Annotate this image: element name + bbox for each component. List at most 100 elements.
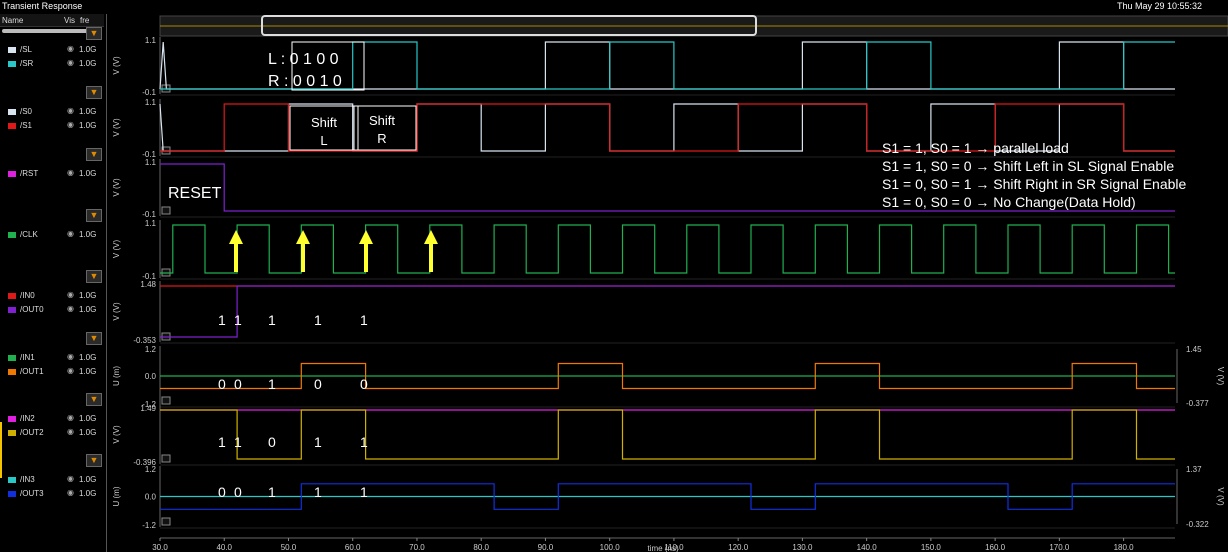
mode-legend-line: S1 = 1, S0 = 1 → parallel load bbox=[882, 140, 1069, 156]
visibility-eye-icon[interactable]: ◉ bbox=[67, 304, 74, 313]
output-bit-label: 0 bbox=[314, 376, 322, 392]
shift-left-label: L bbox=[320, 133, 327, 148]
y-right-axis-label: V (V) bbox=[1216, 367, 1225, 386]
signal-row[interactable]: /OUT0 ◉ 1.0G bbox=[0, 304, 104, 316]
signal-row[interactable]: /IN2 ◉ 1.0G bbox=[0, 413, 104, 425]
y-right-tick-label: -0.377 bbox=[1186, 399, 1209, 408]
y-right-tick-label: 1.45 bbox=[1186, 345, 1202, 354]
y-axis-label: V (V) bbox=[112, 302, 121, 321]
y-right-axis-label: V (V) bbox=[1216, 487, 1225, 506]
panel-expand-icon[interactable] bbox=[161, 454, 171, 463]
signal-row[interactable]: /IN3 ◉ 1.0G bbox=[0, 474, 104, 486]
signal-row[interactable]: /SR ◉ 1.0G bbox=[0, 58, 104, 70]
signal-row[interactable]: /S1 ◉ 1.0G bbox=[0, 120, 104, 132]
filter-funnel-icon[interactable]: ▼ bbox=[86, 393, 102, 406]
y-tick-label: 1.1 bbox=[145, 158, 157, 167]
output-bit-label: 1 bbox=[268, 484, 276, 500]
y-axis-label: V (V) bbox=[112, 118, 121, 137]
signal-name: /RST bbox=[20, 169, 39, 178]
col-name[interactable]: Name bbox=[2, 16, 23, 25]
visibility-eye-icon[interactable]: ◉ bbox=[67, 106, 74, 115]
output-bit-label: 1 bbox=[314, 434, 322, 450]
x-tick-label: 130.0 bbox=[792, 543, 813, 552]
signal-frequency: 1.0G bbox=[79, 428, 97, 437]
signal-frequency: 1.0G bbox=[79, 59, 97, 68]
output-bit-label: 1 bbox=[360, 484, 368, 500]
signal-color-swatch bbox=[8, 355, 16, 361]
panel-expand-icon[interactable] bbox=[161, 206, 171, 215]
visibility-eye-icon[interactable]: ◉ bbox=[67, 427, 74, 436]
signal-color-swatch bbox=[8, 61, 16, 67]
visibility-eye-icon[interactable]: ◉ bbox=[67, 352, 74, 361]
signal-frequency: 1.0G bbox=[79, 367, 97, 376]
filter-funnel-icon[interactable]: ▼ bbox=[86, 86, 102, 99]
visibility-eye-icon[interactable]: ◉ bbox=[67, 229, 74, 238]
signal-name: /IN0 bbox=[20, 291, 35, 300]
signal-row[interactable]: /OUT2 ◉ 1.0G bbox=[0, 427, 104, 439]
signal-row[interactable]: /S0 ◉ 1.0G bbox=[0, 106, 104, 118]
panel-expand-icon[interactable] bbox=[161, 396, 171, 405]
y-tick-label: 1.48 bbox=[140, 280, 156, 289]
signal-frequency: 1.0G bbox=[79, 414, 97, 423]
waveform-plot: 1.1-0.1V (V)1.1-0.1V (V)1.1-0.1V (V)1.1-… bbox=[112, 15, 1228, 552]
y-axis-label: U (m) bbox=[112, 366, 121, 386]
reset-label: RESET bbox=[168, 185, 222, 202]
y-axis-label: V (V) bbox=[112, 178, 121, 197]
output-bit-label: 0 bbox=[218, 376, 226, 392]
col-vis[interactable]: Vis bbox=[64, 16, 75, 25]
x-tick-label: 90.0 bbox=[538, 543, 554, 552]
output-bit-label: 1 bbox=[218, 434, 226, 450]
signal-name: /S0 bbox=[20, 107, 33, 116]
output-bit-label: 1 bbox=[234, 312, 242, 328]
output-bit-label: 0 bbox=[360, 376, 368, 392]
output-bit-label: 1 bbox=[234, 434, 242, 450]
signal-color-swatch bbox=[8, 47, 16, 53]
y-tick-label: 0.0 bbox=[145, 493, 157, 502]
sidebar-header: Name Vis fre bbox=[0, 14, 104, 27]
visibility-eye-icon[interactable]: ◉ bbox=[67, 290, 74, 299]
shift-left-label: Shift bbox=[311, 115, 337, 130]
signal-row[interactable]: /OUT3 ◉ 1.0G bbox=[0, 488, 104, 500]
output-bit-label: 0 bbox=[268, 434, 276, 450]
filter-funnel-icon[interactable]: ▼ bbox=[86, 148, 102, 161]
signal-name: /IN3 bbox=[20, 475, 35, 484]
signal-row[interactable]: /IN0 ◉ 1.0G bbox=[0, 290, 104, 302]
output-bit-label: 0 bbox=[234, 376, 242, 392]
signal-row[interactable]: /IN1 ◉ 1.0G bbox=[0, 352, 104, 364]
signal-frequency: 1.0G bbox=[79, 45, 97, 54]
visibility-eye-icon[interactable]: ◉ bbox=[67, 44, 74, 53]
y-tick-label: 0.0 bbox=[145, 372, 157, 381]
visibility-eye-icon[interactable]: ◉ bbox=[67, 120, 74, 129]
signal-name: /IN1 bbox=[20, 353, 35, 362]
signal-color-swatch bbox=[8, 491, 16, 497]
signal-name: /SR bbox=[20, 59, 34, 68]
filter-funnel-icon[interactable]: ▼ bbox=[86, 27, 102, 40]
visibility-eye-icon[interactable]: ◉ bbox=[67, 168, 74, 177]
visibility-eye-icon[interactable]: ◉ bbox=[67, 366, 74, 375]
visibility-eye-icon[interactable]: ◉ bbox=[67, 474, 74, 483]
signal-row[interactable]: /CLK ◉ 1.0G bbox=[0, 229, 104, 241]
signal-row[interactable]: /RST ◉ 1.0G bbox=[0, 168, 104, 180]
signal-frequency: 1.0G bbox=[79, 353, 97, 362]
panel-expand-icon[interactable] bbox=[161, 517, 171, 526]
clock-edge-arrowhead bbox=[424, 230, 438, 244]
visibility-eye-icon[interactable]: ◉ bbox=[67, 58, 74, 67]
visibility-eye-icon[interactable]: ◉ bbox=[67, 413, 74, 422]
filter-funnel-icon[interactable]: ▼ bbox=[86, 270, 102, 283]
signal-row[interactable]: /OUT1 ◉ 1.0G bbox=[0, 366, 104, 378]
x-axis-label: time (ns) bbox=[648, 544, 679, 552]
filter-funnel-icon[interactable]: ▼ bbox=[86, 209, 102, 222]
signal-frequency: 1.0G bbox=[79, 230, 97, 239]
signal-color-swatch bbox=[8, 430, 16, 436]
signal-row[interactable]: /SL ◉ 1.0G bbox=[0, 44, 104, 56]
signal-name: /OUT1 bbox=[20, 367, 44, 376]
visibility-eye-icon[interactable]: ◉ bbox=[67, 488, 74, 497]
signal-color-swatch bbox=[8, 307, 16, 313]
col-freq[interactable]: fre bbox=[80, 16, 89, 25]
filter-funnel-icon[interactable]: ▼ bbox=[86, 454, 102, 467]
signal-name: /CLK bbox=[20, 230, 38, 239]
x-tick-label: 40.0 bbox=[216, 543, 232, 552]
x-tick-label: 160.0 bbox=[985, 543, 1006, 552]
annotation-R-bits: R : 0 0 1 0 bbox=[268, 73, 342, 90]
filter-funnel-icon[interactable]: ▼ bbox=[86, 332, 102, 345]
